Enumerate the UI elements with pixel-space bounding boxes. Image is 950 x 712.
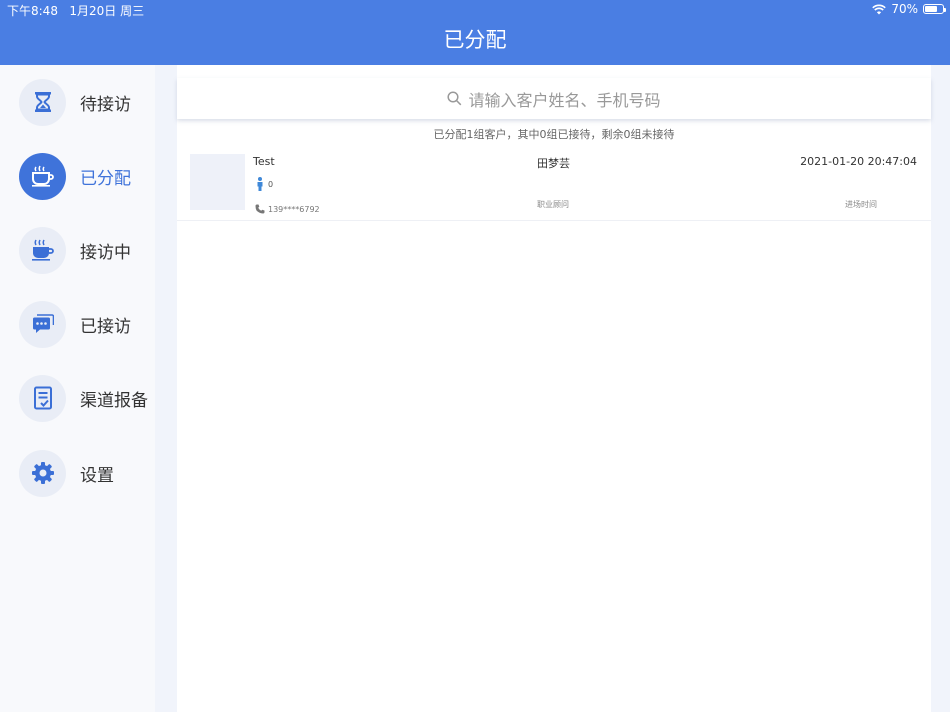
coffee-cup-icon (19, 152, 66, 200)
phone-number: 139****6792 (268, 204, 320, 214)
status-date: 1月20日 周三 (69, 4, 145, 18)
hourglass-icon (19, 78, 66, 126)
arrival-time: 2021-01-20 20:47:04 (800, 155, 917, 168)
status-time: 下午8:48 (7, 4, 58, 18)
battery-icon (923, 4, 946, 14)
phone-icon (255, 204, 265, 214)
page-title: 已分配 (443, 28, 507, 52)
wifi-icon (872, 4, 887, 14)
sidebar-item-label: 渠道报备 (80, 390, 148, 411)
chat-bubble-icon (19, 300, 66, 348)
consultant-label: 职业顾问 (537, 200, 569, 209)
gear-icon (19, 449, 66, 497)
visitor-count-value: 0 (268, 179, 274, 189)
battery-percent: 70% (891, 2, 918, 16)
assignment-summary: 已分配1组客户，其中0组已接待，剩余0组未接待 (433, 128, 675, 141)
customer-phone: 139****6792 (255, 204, 320, 214)
search-input[interactable]: 请输入客户姓名、手机号码 (177, 78, 931, 119)
header-bar: 下午8:48 1月20日 周三 70% 已分配 (0, 0, 950, 65)
search-placeholder: 请输入客户姓名、手机号码 (468, 90, 661, 110)
status-time-date: 下午8:48 1月20日 周三 (7, 2, 144, 19)
consultant-name: 田梦芸 (537, 157, 570, 170)
avatar (190, 154, 245, 210)
sidebar-item-settings[interactable]: 设置 (19, 449, 155, 497)
sidebar-item-channel-report[interactable]: 渠道报备 (19, 374, 155, 422)
customer-card[interactable]: Test 0 139****6792 田梦芸 职业顾问 2021-01-20 2… (177, 148, 931, 221)
sidebar-item-label: 已分配 (80, 168, 131, 189)
customer-name: Test (253, 155, 275, 168)
visitor-count: 0 (256, 177, 273, 191)
sidebar-item-label: 待接访 (80, 94, 131, 115)
sidebar-item-receiving[interactable]: 接访中 (19, 226, 155, 274)
sidebar-item-label: 接访中 (80, 242, 131, 263)
sidebar-item-received[interactable]: 已接访 (19, 300, 155, 348)
sidebar-item-pending[interactable]: 待接访 (19, 78, 155, 126)
sidebar: 待接访 已分配 接访中 已接访 渠道报备 设置 (0, 65, 155, 712)
status-right: 70% (872, 2, 946, 16)
person-icon (257, 177, 263, 191)
arrival-time-label: 进场时间 (845, 200, 877, 209)
sidebar-item-assigned[interactable]: 已分配 (19, 152, 155, 200)
sidebar-item-label: 设置 (80, 465, 114, 486)
document-check-icon (19, 374, 66, 422)
search-icon (447, 91, 462, 106)
steaming-cup-icon (19, 226, 66, 274)
sidebar-item-label: 已接访 (80, 316, 131, 337)
